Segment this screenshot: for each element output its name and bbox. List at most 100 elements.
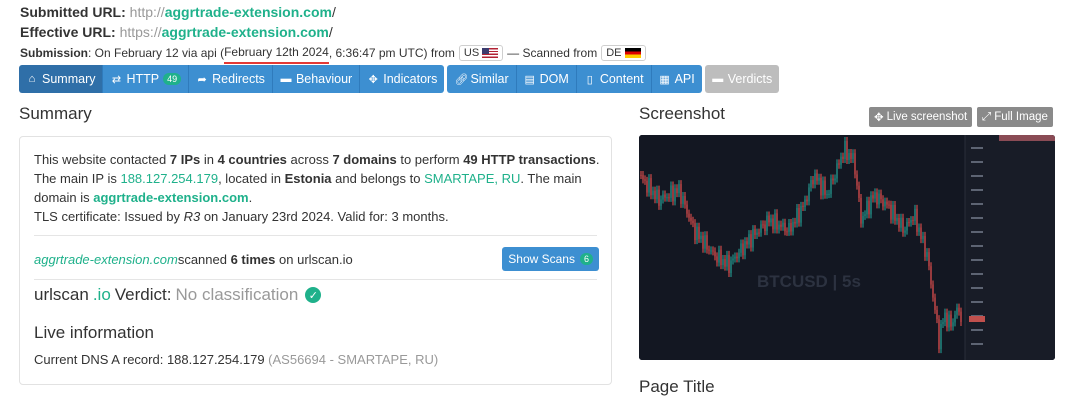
dns-record: Current DNS A record: 188.127.254.179 (A… xyxy=(34,352,439,367)
candle-body xyxy=(716,256,718,263)
list-icon: ▤ xyxy=(524,73,535,86)
candle-body xyxy=(850,153,852,159)
candle-body xyxy=(910,220,912,223)
candle-body xyxy=(828,193,830,195)
tab-dom[interactable]: ▤ DOM xyxy=(516,65,577,93)
tab-indicators[interactable]: ✥ Indicators xyxy=(360,65,445,93)
candle-body xyxy=(936,309,938,320)
full-image-button[interactable]: ⤢ Full Image xyxy=(977,107,1053,127)
candle-body xyxy=(758,232,760,234)
home-icon: ⌂ xyxy=(28,73,36,85)
submission-line: Submission : On February 12 via api (Feb… xyxy=(20,42,1060,64)
tab-summary[interactable]: ⌂ Summary xyxy=(19,65,104,93)
candle-body xyxy=(876,192,878,205)
candle-body xyxy=(768,215,770,223)
submission-date: February 12th 2024 xyxy=(224,42,329,64)
tab-verdicts[interactable]: ▬ Verdicts xyxy=(704,65,780,93)
tab-content[interactable]: ▯ Content xyxy=(576,65,652,93)
axis-tick-label xyxy=(971,231,983,233)
candle-body xyxy=(954,314,956,323)
candle-body xyxy=(796,207,798,224)
candle-body xyxy=(916,208,918,232)
axis-tick-label xyxy=(971,287,983,289)
live-screenshot-button[interactable]: ✥ Live screenshot xyxy=(869,107,973,127)
candle-body xyxy=(736,256,738,259)
axis-tick-label xyxy=(971,245,983,247)
candle-body xyxy=(810,180,812,188)
axis-tick-label xyxy=(971,161,983,163)
candle-body xyxy=(748,234,750,245)
candle-body xyxy=(678,184,680,194)
candle-body xyxy=(742,243,744,256)
axis-tick-label xyxy=(971,343,983,345)
candle-body xyxy=(690,217,692,221)
candle-body xyxy=(682,195,684,204)
tab-api[interactable]: ▦ API xyxy=(651,65,702,93)
effective-url-link[interactable]: https://aggrtrade-extension.com/ xyxy=(120,24,333,40)
candle-body xyxy=(670,185,672,198)
candle-body xyxy=(734,256,736,259)
candle-body xyxy=(756,232,758,235)
candle-body xyxy=(950,314,952,327)
main-domain-link[interactable]: aggrtrade-extension.com xyxy=(93,190,248,205)
candle-body xyxy=(760,224,762,233)
candle-body xyxy=(958,307,960,312)
candle-body xyxy=(800,205,802,223)
candle-body xyxy=(640,175,642,176)
candle-body xyxy=(720,249,722,266)
candle-body xyxy=(920,227,922,240)
candle-body xyxy=(960,311,962,323)
divider xyxy=(34,235,597,236)
candle-body xyxy=(776,213,778,230)
show-scans-button[interactable]: Show Scans 6 xyxy=(502,247,599,271)
candle-body xyxy=(822,180,824,196)
candle-body xyxy=(766,215,768,232)
candle-body xyxy=(642,175,644,180)
expand-icon: ⤢ xyxy=(982,110,992,123)
candle-body xyxy=(718,249,720,263)
axis-tick-label xyxy=(971,217,983,219)
candle-body xyxy=(878,193,880,205)
tab-behaviour[interactable]: ▬ Behaviour xyxy=(272,65,361,93)
file-icon: ▯ xyxy=(586,73,593,86)
chart-watermark: BTCUSD | 5s xyxy=(757,272,861,291)
candle-body xyxy=(848,153,850,160)
from-country-badge[interactable]: US xyxy=(458,45,504,61)
candle-body xyxy=(898,217,900,228)
main-ip-link[interactable]: 188.127.254.179 xyxy=(120,171,218,186)
candle-body xyxy=(918,227,920,232)
candle-body xyxy=(938,319,940,350)
tab-http[interactable]: ⇄ HTTP 49 xyxy=(103,65,190,93)
exchange-icon: ⇄ xyxy=(111,73,122,86)
candle-body xyxy=(840,156,842,165)
candle-body xyxy=(858,185,860,198)
crosshair-icon: ✥ xyxy=(368,73,378,86)
candle-body xyxy=(866,200,868,215)
candle-body xyxy=(862,215,864,224)
candle-body xyxy=(792,221,794,232)
candle-body xyxy=(912,220,914,222)
scanned-country-badge[interactable]: DE xyxy=(601,45,646,61)
candle-body xyxy=(666,197,668,199)
candle-body xyxy=(752,229,754,248)
axis-tick-label xyxy=(971,329,983,331)
candle-body xyxy=(940,323,942,350)
axis-tick-label xyxy=(971,273,983,275)
candle-body xyxy=(860,197,862,224)
candle-body xyxy=(944,312,946,323)
candle-body xyxy=(830,178,832,194)
verdict-value: No classification xyxy=(175,285,299,304)
page-screenshot[interactable]: BTCUSD | 5s xyxy=(639,135,1055,360)
candle-body xyxy=(788,222,790,232)
candle-body xyxy=(826,194,828,196)
candle-body xyxy=(934,297,936,310)
scan-header: Submitted URL: http://aggrtrade-extensio… xyxy=(20,2,1060,64)
tab-similar[interactable]: 🔗︎ Similar xyxy=(447,65,517,93)
http-count-badge: 49 xyxy=(163,73,182,85)
candle-body xyxy=(906,222,908,231)
candle-body xyxy=(804,199,806,207)
asn-link[interactable]: SMARTAPE, RU xyxy=(424,171,520,186)
scan-domain-link[interactable]: aggrtrade-extension.com xyxy=(34,252,178,267)
tab-redirects[interactable]: ➦ Redirects xyxy=(189,65,273,93)
submitted-url-link[interactable]: http://aggrtrade-extension.com/ xyxy=(130,4,336,20)
